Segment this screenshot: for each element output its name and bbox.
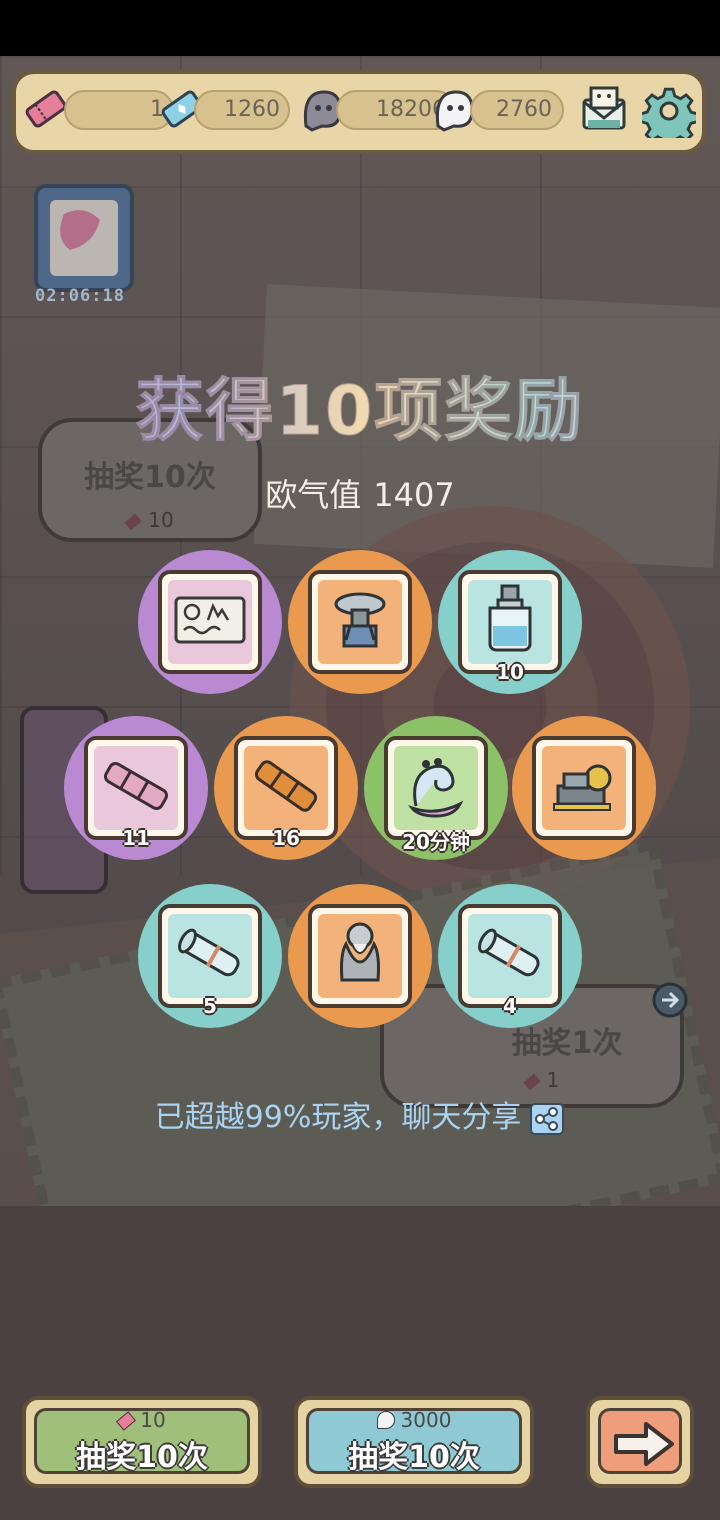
reward-item-pink-telescope[interactable]: 11 bbox=[64, 716, 208, 860]
light-ghost-icon bbox=[376, 1411, 395, 1429]
reward-card bbox=[158, 904, 262, 1008]
share-icon[interactable] bbox=[529, 1102, 565, 1136]
background-draw-one-label: 抽奖1次 bbox=[511, 1026, 623, 1061]
light-ghost-counter: 2760 bbox=[470, 90, 564, 130]
ghost-snail-icon bbox=[407, 758, 464, 818]
ticket-icon bbox=[25, 90, 67, 128]
small-ticket-icon bbox=[523, 1073, 541, 1091]
ticket-icon bbox=[116, 1411, 137, 1431]
reward-item-scroll[interactable]: 4 bbox=[438, 884, 582, 1028]
mail-icon[interactable] bbox=[578, 84, 630, 136]
reward-item-orange-telescope[interactable]: 16 bbox=[214, 716, 358, 860]
reward-count: 5 bbox=[203, 994, 217, 1018]
resource-bar: 1 1260 18206 2760 bbox=[12, 70, 706, 154]
ticket-draw-label: 抽奖10次 bbox=[76, 1440, 208, 1475]
reward-card bbox=[308, 904, 412, 1008]
reward-item-scroll[interactable]: 5 bbox=[138, 884, 282, 1028]
bearded-statue-icon bbox=[340, 922, 380, 982]
reward-item-claw-machine[interactable] bbox=[288, 550, 432, 694]
arrow-right-icon bbox=[614, 1422, 674, 1466]
scroll-icon bbox=[178, 928, 240, 977]
reward-card bbox=[458, 904, 562, 1008]
luck-value-row: 欧气值 1407 bbox=[0, 470, 720, 516]
background-arrow-icon bbox=[652, 982, 688, 1018]
rank-share-text: 已超越99%玩家，聊天分享 bbox=[154, 1100, 522, 1135]
reward-count: 11 bbox=[122, 826, 150, 850]
event-timer: 02:06:18 bbox=[35, 286, 125, 306]
pink-telescope-icon bbox=[103, 762, 169, 810]
reward-card bbox=[532, 736, 636, 840]
reward-card bbox=[384, 736, 488, 840]
light-ghost-count: 2760 bbox=[496, 97, 552, 122]
reward-card bbox=[308, 570, 412, 674]
small-ticket-icon bbox=[124, 513, 142, 531]
ticket-draw-ten-button[interactable]: 10 抽奖10次 bbox=[22, 1396, 262, 1488]
reward-count: 10 bbox=[496, 660, 524, 684]
luck-value: 1407 bbox=[373, 476, 455, 514]
reward-card bbox=[458, 570, 562, 674]
crystal-counter: 1260 bbox=[194, 90, 290, 130]
reward-card bbox=[84, 736, 188, 840]
background-draw-one-cost: 1 bbox=[384, 1068, 680, 1092]
scroll-icon bbox=[478, 928, 540, 977]
gold-machine-icon bbox=[553, 764, 612, 811]
ghost-draw-label: 抽奖10次 bbox=[348, 1440, 480, 1475]
reward-item-blueprint[interactable] bbox=[138, 550, 282, 694]
ghost-draw-ten-button[interactable]: 3000 抽奖10次 bbox=[294, 1396, 534, 1488]
ghost-draw-cost: 3000 bbox=[298, 1408, 530, 1432]
reward-count: 20分钟 bbox=[402, 830, 470, 854]
luck-label: 欧气值 bbox=[265, 476, 362, 514]
reward-item-gold-machine[interactable] bbox=[512, 716, 656, 860]
gear-icon[interactable] bbox=[642, 84, 696, 138]
reward-item-bearded-statue[interactable] bbox=[288, 884, 432, 1028]
reward-count: 4 bbox=[503, 994, 517, 1018]
ticket-draw-cost: 10 bbox=[26, 1408, 258, 1432]
reward-item-ghost-snail[interactable]: 20分钟 bbox=[364, 716, 508, 860]
event-card-icon[interactable] bbox=[22, 180, 142, 300]
claw-machine-icon bbox=[334, 592, 386, 648]
potion-bottle-icon bbox=[488, 584, 532, 652]
blueprint-icon bbox=[174, 596, 246, 644]
rank-share-row[interactable]: 已超越99%玩家，聊天分享 bbox=[0, 1092, 720, 1136]
reward-title: 获得10项奖励 bbox=[0, 355, 720, 454]
reward-count: 16 bbox=[272, 826, 300, 850]
status-bar bbox=[0, 0, 720, 56]
crystal-count: 1260 bbox=[224, 97, 280, 122]
reward-card bbox=[158, 570, 262, 674]
reward-card bbox=[234, 736, 338, 840]
orange-telescope-icon bbox=[254, 760, 318, 812]
reward-item-potion-bottle[interactable]: 10 bbox=[438, 550, 582, 694]
next-button[interactable] bbox=[586, 1396, 694, 1488]
